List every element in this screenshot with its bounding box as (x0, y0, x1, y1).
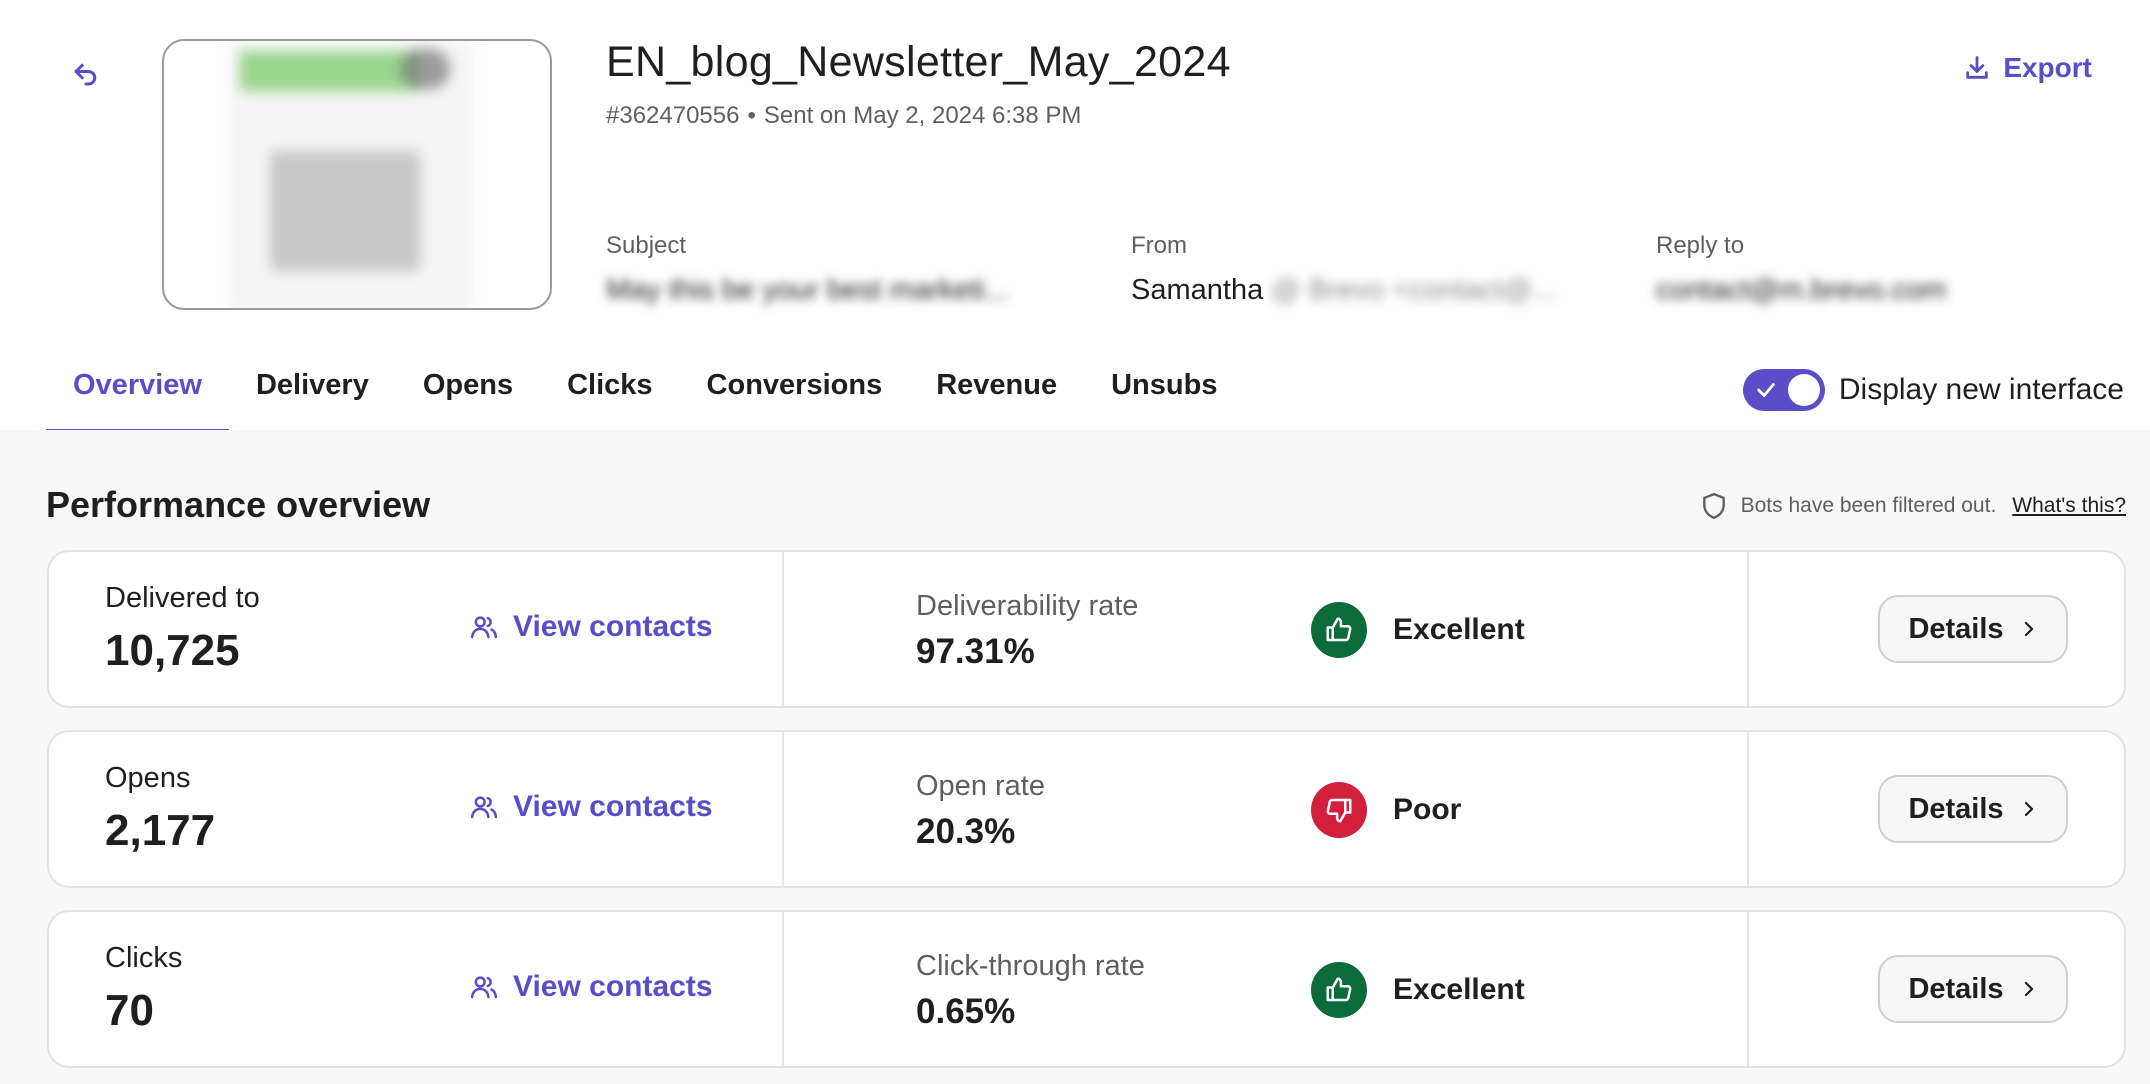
email-preview-image (230, 41, 470, 308)
campaign-title: EN_blog_Newsletter_May_2024 (606, 38, 1231, 86)
download-icon (1966, 56, 1989, 79)
view-contacts-link[interactable]: View contacts (469, 970, 713, 1004)
section-title: Performance overview (46, 484, 431, 525)
view-contacts-label: View contacts (513, 610, 713, 643)
details-label: Details (1908, 612, 2004, 645)
users-icon (470, 796, 498, 819)
count-value: 70 (105, 986, 154, 1035)
export-label: Export (2003, 52, 2092, 83)
rate-value: 0.65% (916, 992, 1016, 1031)
from-email: @ Brevo <contact@... (1271, 274, 1557, 306)
view-contacts-label: View contacts (513, 790, 713, 823)
thumbs-up-icon (1311, 602, 1367, 658)
export-button[interactable]: Export (1963, 52, 2092, 84)
campaign-meta: #362470556 • Sent on May 2, 2024 6:38 PM (606, 102, 1081, 130)
performance-section: Performance overview Bots have been filt… (0, 430, 2150, 1084)
sent-date: Sent on May 2, 2024 6:38 PM (763, 102, 1082, 129)
from-value: Samantha @ Brevo <contact@... (1131, 274, 1557, 307)
new-interface-label: Display new interface (1838, 373, 2124, 406)
chevron-right-icon (2024, 801, 2033, 817)
status-text: Excellent (1393, 613, 1525, 646)
status-text: Excellent (1393, 973, 1525, 1006)
count-value: 2,177 (105, 806, 216, 855)
rate-value: 97.31% (916, 632, 1035, 671)
from-name: Samantha (1131, 274, 1264, 306)
count-label: Clicks (105, 942, 183, 974)
users-icon (470, 616, 498, 639)
thumbs-down-icon (1311, 782, 1367, 838)
reply-to-label: Reply to (1656, 232, 1745, 259)
email-preview-thumbnail[interactable] (162, 39, 552, 310)
chevron-right-icon (2024, 981, 2033, 997)
bots-filter-note: Bots have been filtered out. What's this… (1701, 492, 2126, 520)
details-label: Details (1908, 792, 2004, 825)
whats-this-link[interactable]: What's this? (2012, 494, 2126, 518)
reply-to-field: Reply to contact@m.brevo.com (1656, 232, 1947, 307)
count-label: Opens (105, 762, 191, 794)
column-divider (1747, 552, 1749, 706)
delivered-card: Delivered to 10,725 View contacts Delive… (47, 550, 2126, 708)
status-badge: Excellent (1311, 602, 1525, 658)
from-label: From (1131, 232, 1187, 259)
status-badge: Poor (1311, 782, 1461, 838)
checkmark-icon (1757, 383, 1775, 397)
status-badge: Excellent (1311, 962, 1525, 1018)
tab-conversions[interactable]: Conversions (680, 362, 910, 432)
view-contacts-label: View contacts (513, 970, 713, 1003)
campaign-id: #362470556 (606, 102, 740, 129)
from-field: From Samantha @ Brevo <contact@... (1131, 232, 1557, 307)
undo-arrow-icon (74, 63, 97, 86)
bots-note-text: Bots have been filtered out. (1740, 494, 1997, 517)
tab-revenue[interactable]: Revenue (909, 362, 1084, 432)
details-button[interactable]: Details (1878, 775, 2068, 843)
view-contacts-link[interactable]: View contacts (469, 790, 713, 824)
details-button[interactable]: Details (1878, 595, 2068, 663)
column-divider (782, 732, 784, 886)
new-interface-toggle[interactable] (1742, 369, 1825, 411)
details-button[interactable]: Details (1878, 955, 2068, 1023)
tab-overview[interactable]: Overview (46, 362, 229, 432)
rate-label: Open rate (916, 770, 1045, 802)
chevron-right-icon (2024, 621, 2033, 637)
column-divider (1747, 732, 1749, 886)
opens-card: Opens 2,177 View contacts Open rate 20.3… (47, 730, 2126, 888)
subject-label: Subject (606, 232, 687, 259)
column-divider (782, 912, 784, 1066)
thumbs-up-icon (1311, 962, 1367, 1018)
rate-value: 20.3% (916, 812, 1016, 851)
new-interface-toggle-group: Display new interface (1742, 369, 2124, 411)
details-label: Details (1908, 972, 2004, 1005)
column-divider (782, 552, 784, 706)
separator-dot: • (747, 102, 756, 129)
tab-delivery[interactable]: Delivery (229, 362, 396, 432)
shield-icon (1702, 492, 1725, 520)
tab-unsubs[interactable]: Unsubs (1084, 362, 1244, 432)
rate-label: Click-through rate (916, 950, 1145, 982)
clicks-card: Clicks 70 View contacts Click-through ra… (47, 910, 2126, 1068)
toggle-knob (1787, 374, 1820, 406)
campaign-header: EN_blog_Newsletter_May_2024 #362470556 • S… (0, 0, 2150, 432)
column-divider (1747, 912, 1749, 1066)
view-contacts-link[interactable]: View contacts (469, 610, 713, 644)
tab-opens[interactable]: Opens (396, 362, 540, 432)
count-label: Delivered to (105, 582, 260, 614)
tab-clicks[interactable]: Clicks (540, 362, 679, 432)
reply-to-value: contact@m.brevo.com (1656, 274, 1947, 306)
rate-label: Deliverability rate (916, 590, 1139, 622)
report-tabs: Overview Delivery Opens Clicks Conversio… (46, 362, 1244, 432)
subject-field: Subject May this be your best marketi... (606, 232, 1009, 307)
status-text: Poor (1393, 793, 1462, 826)
count-value: 10,725 (105, 626, 240, 675)
subject-value: May this be your best marketi... (606, 274, 1009, 306)
users-icon (470, 976, 498, 999)
back-button[interactable] (66, 54, 106, 94)
